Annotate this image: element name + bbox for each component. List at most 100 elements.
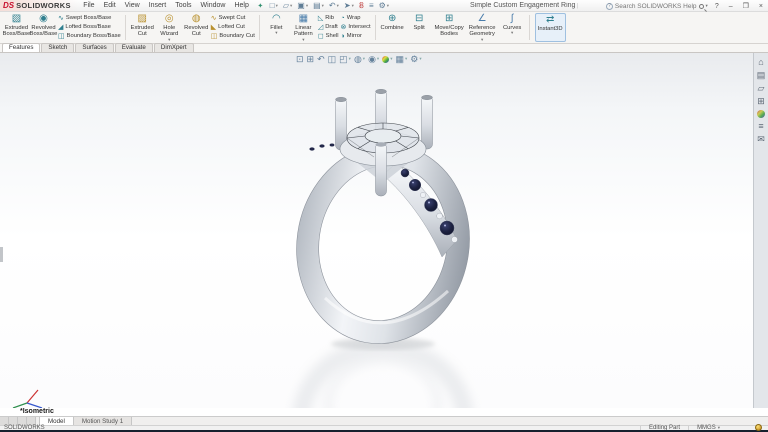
- shell-button[interactable]: ◻Shell: [318, 33, 339, 40]
- menu-edit[interactable]: Edit: [99, 2, 120, 9]
- search-help-box[interactable]: ? Search SOLIDWORKS Help ▾: [606, 3, 708, 10]
- tab-model[interactable]: Model: [39, 417, 74, 425]
- new-document-button[interactable]: □▾: [270, 1, 278, 10]
- print-button[interactable]: ▤▾: [313, 1, 324, 10]
- revolved-cut-icon: ◍: [192, 14, 201, 24]
- feature-manager-splitter-handle[interactable]: [0, 247, 3, 262]
- menu-window[interactable]: Window: [196, 2, 230, 9]
- view-orientation-cube-icon: ◰: [339, 54, 348, 64]
- menu-help[interactable]: Help: [230, 2, 253, 9]
- graphics-viewport[interactable]: ⊡ ⊞ ↶ ◫ ◰▾ ◍▾ ◉▾ ▾ ▦▾ ⚙▾ ⌂ ▤ ▱ ⊞ ≡ ✉: [0, 53, 768, 408]
- draft-button[interactable]: ◿Draft: [318, 24, 339, 31]
- help-resources-icon[interactable]: [755, 424, 762, 431]
- undo-button[interactable]: ↶▾: [329, 1, 339, 10]
- curves-button[interactable]: ∫ Curves ▾: [499, 13, 526, 42]
- rebuild-icon: 𝟠: [359, 1, 364, 10]
- window-title: Simple Custom Engagement Ring part 4: [470, 2, 578, 9]
- mirror-button[interactable]: ◑Mirror: [341, 33, 371, 40]
- pin-menubar-icon[interactable]: ✦: [257, 2, 263, 10]
- save-icon: ▣: [297, 1, 305, 10]
- split-button[interactable]: ⊟ Split: [406, 13, 433, 42]
- linear-pattern-caret-icon: ▾: [302, 38, 304, 43]
- design-library-icon[interactable]: ▤: [757, 71, 766, 80]
- select-cursor-icon: ➤: [344, 1, 351, 10]
- tab-evaluate[interactable]: Evaluate: [115, 43, 153, 52]
- new-icon: □: [270, 1, 275, 10]
- previous-view-button[interactable]: ↶: [317, 54, 325, 64]
- display-style-icon: ◍: [354, 54, 362, 64]
- swept-cut-button[interactable]: ∿Swept Cut: [211, 15, 255, 22]
- close-button[interactable]: ×: [756, 3, 766, 10]
- hole-wizard-button[interactable]: ◎ Hole Wizard ▾: [156, 13, 183, 42]
- wrap-button[interactable]: ◔Wrap: [341, 15, 371, 22]
- options-button[interactable]: ⚙▾: [379, 1, 389, 10]
- lofted-boss-base-button[interactable]: ◢Lofted Boss/Base: [58, 24, 121, 31]
- intersect-button[interactable]: ⊗Intersect: [341, 24, 371, 31]
- curves-icon: ∫: [511, 14, 514, 24]
- extruded-boss-base-button[interactable]: ▧ Extruded Boss/Base: [3, 13, 30, 42]
- section-view-icon: ◫: [328, 54, 337, 64]
- zoom-to-area-icon: ⊞: [307, 54, 315, 64]
- tab-surfaces[interactable]: Surfaces: [75, 43, 113, 52]
- restore-button[interactable]: ❐: [740, 2, 752, 10]
- menu-view[interactable]: View: [120, 2, 144, 9]
- rebuild-button[interactable]: 𝟠: [359, 1, 364, 10]
- save-button[interactable]: ▣▾: [297, 1, 308, 10]
- print-icon: ▤: [313, 1, 321, 10]
- edit-appearance-icon: [382, 56, 389, 63]
- tab-sketch[interactable]: Sketch: [41, 43, 74, 52]
- combine-button[interactable]: ⊕ Combine: [379, 13, 406, 42]
- zoom-to-fit-icon: ⊡: [296, 54, 304, 64]
- apply-scene-button[interactable]: ▦▾: [395, 54, 407, 64]
- intersect-icon: ⊗: [341, 24, 347, 31]
- tab-features[interactable]: Features: [2, 43, 40, 52]
- extruded-cut-button[interactable]: ▨ Extruded Cut: [129, 13, 156, 42]
- solidworks-resources-icon[interactable]: ⌂: [758, 58, 763, 67]
- view-settings-button[interactable]: ⚙▾: [410, 54, 421, 64]
- ring-3d-model[interactable]: [0, 53, 768, 408]
- move-copy-bodies-button[interactable]: ⊞ Move/Copy Bodies: [433, 13, 466, 42]
- search-help-label: Search SOLIDWORKS Help: [615, 3, 697, 10]
- split-icon: ⊟: [415, 14, 423, 24]
- linear-pattern-button[interactable]: ▦ Linear Pattern ▾: [290, 13, 317, 42]
- boundary-cut-button[interactable]: ◫Boundary Cut: [211, 33, 255, 40]
- section-view-button[interactable]: ◫: [328, 54, 337, 64]
- tab-dimxpert[interactable]: DimXpert: [154, 43, 194, 52]
- view-orientation-button[interactable]: ◰▾: [339, 54, 351, 64]
- menu-insert[interactable]: Insert: [144, 2, 171, 9]
- hide-show-items-button[interactable]: ◉▾: [368, 54, 379, 64]
- tab-scroll-buttons[interactable]: [0, 417, 36, 425]
- fillet-button[interactable]: ◠ Fillet ▾: [263, 13, 290, 42]
- minimize-button[interactable]: –: [726, 3, 736, 10]
- solidworks-forum-icon[interactable]: ✉: [757, 135, 765, 144]
- menu-file[interactable]: File: [79, 2, 99, 9]
- reference-geometry-button[interactable]: ∠ Reference Geometry ▾: [466, 13, 499, 42]
- swept-boss-base-button[interactable]: ∿Swept Boss/Base: [58, 15, 121, 22]
- file-properties-button[interactable]: ≡: [369, 1, 374, 10]
- lofted-cut-button[interactable]: ◣Lofted Cut: [211, 24, 255, 31]
- open-button[interactable]: ▱▾: [283, 1, 292, 10]
- display-style-button[interactable]: ◍▾: [354, 54, 365, 64]
- view-palette-icon[interactable]: ⊞: [757, 97, 765, 106]
- edit-appearance-button[interactable]: ▾: [382, 54, 392, 64]
- custom-properties-icon[interactable]: ≡: [758, 122, 763, 131]
- hole-wizard-icon: ◎: [165, 14, 174, 24]
- task-pane: ⌂ ▤ ▱ ⊞ ≡ ✉: [753, 53, 768, 408]
- help-button[interactable]: ?: [712, 3, 722, 10]
- tab-motion-study-1[interactable]: Motion Study 1: [74, 417, 132, 425]
- search-dropdown-caret-icon: ▾: [706, 3, 708, 9]
- boundary-boss-base-button[interactable]: ◫Boundary Boss/Base: [58, 33, 121, 40]
- select-button[interactable]: ➤▾: [344, 1, 354, 10]
- menu-tools[interactable]: Tools: [171, 2, 196, 9]
- options-gear-icon: ⚙: [379, 1, 386, 10]
- zoom-to-fit-button[interactable]: ⊡: [296, 54, 304, 64]
- appearances-scenes-icon[interactable]: [757, 110, 765, 118]
- file-explorer-icon[interactable]: ▱: [758, 84, 765, 93]
- mirror-icon: ◑: [341, 33, 345, 40]
- revolved-cut-button[interactable]: ◍ Revolved Cut: [183, 13, 210, 42]
- dassault-logo-icon: DS: [3, 1, 14, 10]
- rib-button[interactable]: ◺Rib: [318, 15, 339, 22]
- revolved-boss-base-button[interactable]: ◉ Revolved Boss/Base: [30, 13, 57, 42]
- instant3d-button[interactable]: ⇄ Instant3D: [535, 13, 566, 42]
- zoom-to-area-button[interactable]: ⊞: [307, 54, 315, 64]
